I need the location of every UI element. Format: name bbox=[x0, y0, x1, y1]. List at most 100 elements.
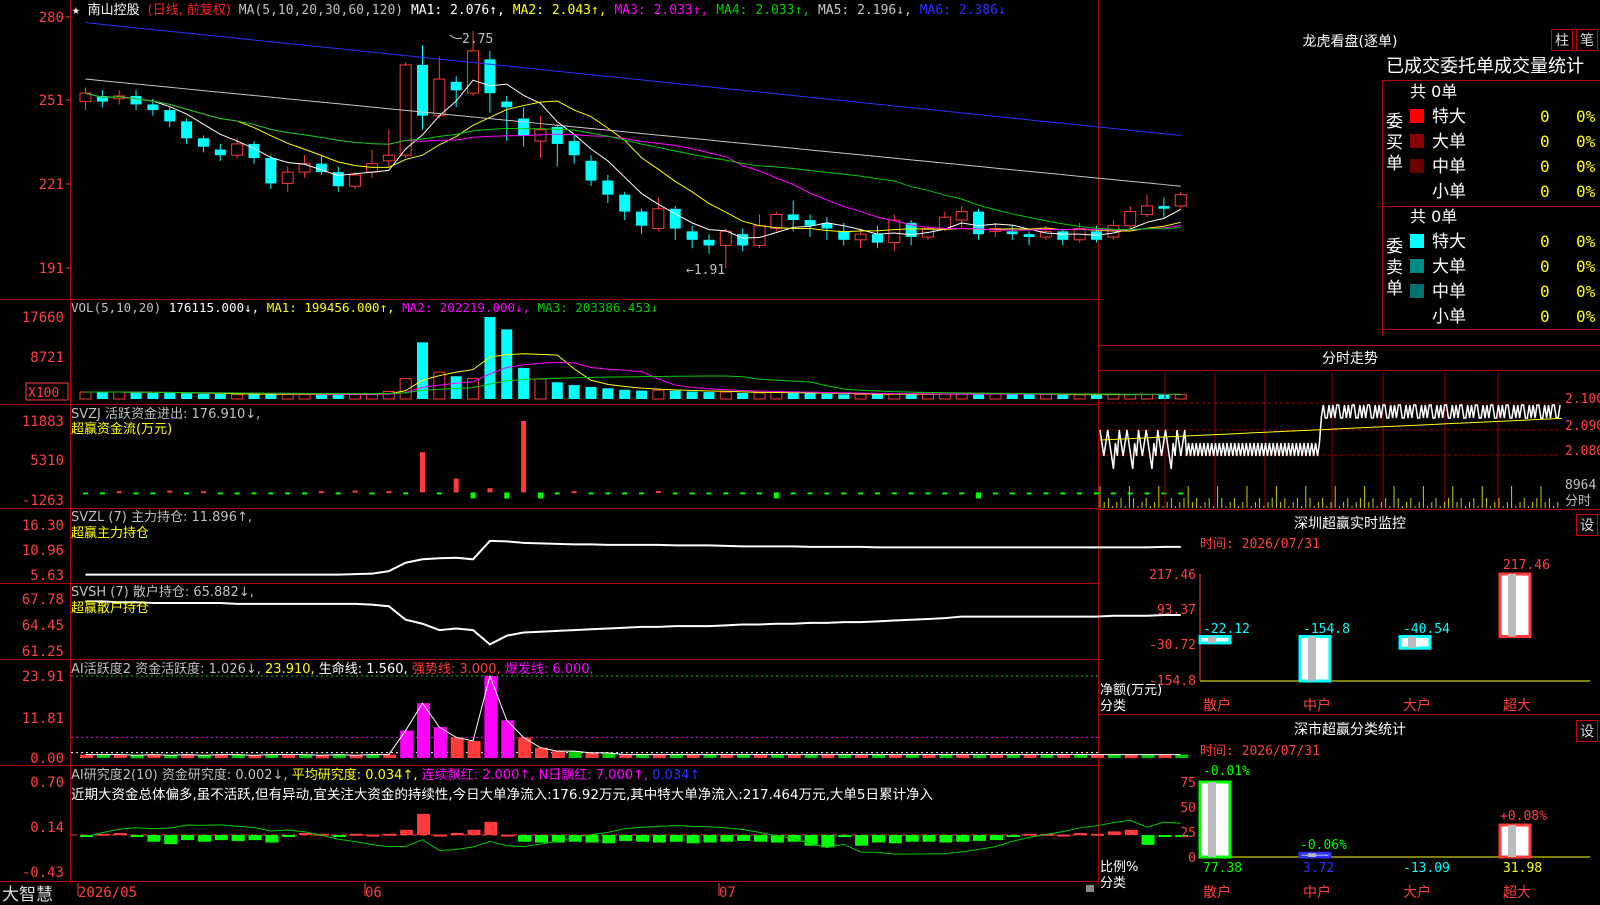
research-bar bbox=[1057, 834, 1071, 837]
candle-body bbox=[686, 231, 698, 240]
activity-bar bbox=[956, 754, 970, 758]
volume-bar bbox=[551, 382, 563, 399]
lhb-header: 已成交委托单成交量统计 bbox=[1386, 56, 1584, 77]
fund-flow-bar bbox=[302, 492, 308, 495]
lhb-row-count: 0 bbox=[1540, 307, 1550, 326]
ai2-title: AI研究度2(10) 资金研究度: 0.002↓, bbox=[71, 767, 288, 783]
fund-flow-bar bbox=[1060, 492, 1066, 495]
volume-bar bbox=[804, 393, 816, 399]
vol-ma3: MA3: 203386.453↓ bbox=[538, 300, 658, 315]
research-bar bbox=[888, 835, 902, 844]
fund-flow-bar bbox=[184, 492, 190, 495]
sell-total: 共 0单 bbox=[1410, 207, 1457, 226]
volume-bar bbox=[703, 392, 715, 399]
monitor-settings-button[interactable]: 设 bbox=[1576, 514, 1598, 536]
svzl-y-tick: 5.63 bbox=[30, 568, 64, 584]
ai1-burst: 爆发线: 6.000, bbox=[505, 661, 594, 677]
classify-value: 31.98 bbox=[1503, 861, 1542, 876]
activity-bar bbox=[905, 754, 919, 758]
date-label: 2026/05 bbox=[78, 885, 137, 900]
research-bar bbox=[501, 834, 515, 837]
monitor-bar-shade bbox=[1508, 574, 1516, 637]
lhb-row-name: 小单 bbox=[1432, 182, 1466, 202]
classify-time: 时间: 2026/07/31 bbox=[1200, 744, 1320, 759]
classify-top-label: -0.01% bbox=[1203, 764, 1250, 779]
activity-bar bbox=[855, 754, 869, 758]
main-y-tick: 280 bbox=[39, 10, 64, 26]
monitor-category: 散户 bbox=[1203, 697, 1231, 714]
research-bar bbox=[686, 835, 700, 844]
research-bar bbox=[265, 835, 279, 843]
ai1-y-tick: 0.00 bbox=[30, 751, 64, 767]
bar-mode-button[interactable]: 柱 bbox=[1551, 29, 1573, 51]
ma5-value: MA5: 2.196↓, bbox=[818, 3, 912, 18]
fund-flow-bar bbox=[976, 492, 982, 499]
monitor-category: 中户 bbox=[1303, 697, 1331, 714]
research-bar bbox=[669, 835, 683, 842]
candle-body bbox=[770, 213, 783, 230]
research-bar bbox=[484, 821, 498, 836]
lhb-row-pct: 0% bbox=[1576, 282, 1596, 301]
candle-body bbox=[1158, 205, 1170, 209]
activity-bar bbox=[973, 754, 987, 758]
main-y-tick: 251 bbox=[39, 93, 64, 109]
favorite-star-icon: ★ bbox=[72, 3, 80, 18]
svzl-title: SVZL (7) 主力持仓: 11.896↑, bbox=[71, 510, 252, 525]
candle-body bbox=[619, 194, 631, 212]
research-bar bbox=[1091, 833, 1104, 836]
monitor-value: -22.12 bbox=[1203, 622, 1250, 637]
research-bar bbox=[113, 832, 127, 836]
fund-flow-bar bbox=[285, 492, 291, 495]
research-bar bbox=[349, 833, 363, 836]
research-bar bbox=[534, 835, 548, 843]
activity-bar bbox=[96, 754, 110, 758]
volume-bar bbox=[568, 385, 580, 399]
svzj-subtitle: 超赢资金流(万元) bbox=[71, 421, 172, 437]
volume-bar bbox=[450, 376, 462, 399]
ai1-strong: 强势线: 3.000, bbox=[412, 661, 501, 677]
vol-ma2: MA2: 202219.000↓, bbox=[402, 300, 530, 315]
volume-bar bbox=[79, 391, 92, 400]
volume-bar bbox=[871, 394, 883, 399]
legend-swatch bbox=[1410, 134, 1424, 148]
research-bar bbox=[147, 835, 161, 842]
fund-flow-bar bbox=[925, 492, 931, 495]
legend-swatch bbox=[1410, 259, 1424, 273]
fund-flow-bar bbox=[1043, 492, 1049, 495]
research-bar bbox=[636, 835, 650, 842]
volume-bar bbox=[518, 367, 530, 399]
svzl-y-tick: 10.96 bbox=[22, 543, 64, 559]
adjust-mode: (日线, 前复权) bbox=[148, 2, 231, 18]
activity-bar bbox=[686, 754, 700, 758]
volume-bar bbox=[534, 378, 547, 400]
lhb-row-pct: 0% bbox=[1576, 232, 1596, 251]
low-price-label: ←1.91 bbox=[686, 263, 725, 278]
research-bar bbox=[181, 835, 195, 841]
fund-flow-bar bbox=[150, 492, 156, 495]
fund-flow-bar bbox=[83, 492, 88, 495]
research-bar bbox=[602, 835, 616, 844]
classify-bar-shade bbox=[1308, 853, 1316, 857]
activity-bar bbox=[585, 752, 599, 758]
activity-bar bbox=[652, 754, 666, 758]
fund-flow-bar bbox=[133, 492, 139, 495]
tick-mode-button[interactable]: 笔 bbox=[1576, 29, 1598, 51]
activity-bar bbox=[1057, 754, 1071, 758]
fund-flow-bar bbox=[470, 492, 476, 499]
main-y-tick: 221 bbox=[39, 177, 64, 193]
lhb-row-name: 大单 bbox=[1432, 132, 1466, 152]
lhb-row-count: 0 bbox=[1540, 157, 1550, 176]
fund-flow-bar bbox=[773, 492, 779, 499]
activity-bar bbox=[787, 754, 801, 758]
monitor-bar-shade bbox=[1308, 636, 1316, 681]
fund-flow-bar bbox=[757, 492, 762, 495]
fund-flow-bar bbox=[689, 492, 695, 495]
volume-bar bbox=[922, 393, 934, 400]
research-bar bbox=[838, 835, 852, 838]
research-bar bbox=[332, 835, 346, 838]
candle-body bbox=[568, 141, 580, 156]
research-bar bbox=[130, 835, 144, 838]
lhb-row-pct: 0% bbox=[1576, 132, 1596, 151]
classify-settings-button[interactable]: 设 bbox=[1576, 720, 1598, 742]
activity-bar bbox=[450, 737, 464, 758]
